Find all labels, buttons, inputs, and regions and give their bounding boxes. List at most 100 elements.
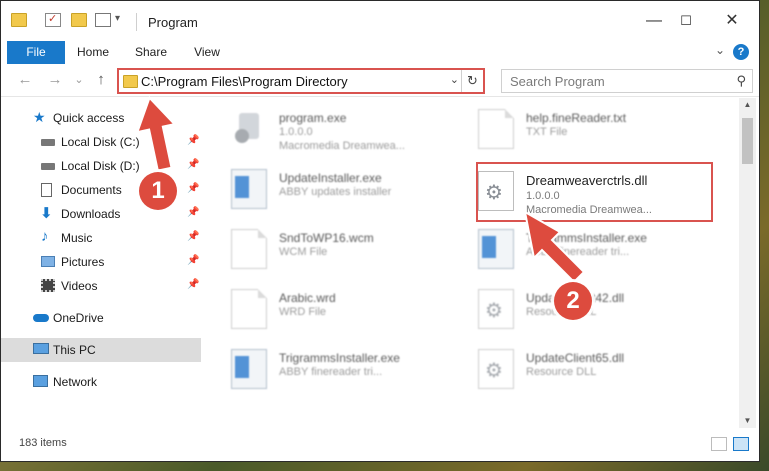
sidebar-item-local-disk-c[interactable]: Local Disk (C:) 📌: [1, 130, 201, 154]
scrollbar-thumb[interactable]: [742, 118, 753, 164]
videos-icon: [41, 279, 55, 292]
document-icon: [478, 109, 514, 149]
status-bar: 183 items: [1, 431, 759, 457]
file-type: ABBY updates installer: [279, 186, 392, 198]
file-name: TrigrammsInstaller.exe: [279, 351, 400, 365]
file-name: SndToWP16.wcm: [279, 231, 374, 245]
tab-view[interactable]: View: [187, 41, 227, 64]
folder-icon: [11, 13, 27, 27]
list-item[interactable]: TrigrammsInstaller.exe ABBY finereader t…: [209, 341, 449, 397]
pictures-icon: [41, 256, 55, 267]
navigation-pane: ★ Quick access Local Disk (C:) 📌 Local D…: [1, 98, 203, 428]
address-path[interactable]: C:\Program Files\Program Directory: [141, 74, 348, 89]
ribbon-tabs: File Home Share View ⌄ ?: [1, 41, 759, 64]
sidebar-item-this-pc[interactable]: This PC: [1, 338, 201, 362]
sidebar-item-label: Quick access: [53, 111, 125, 125]
music-icon: ♪: [41, 228, 49, 245]
sidebar-item-label: Documents: [61, 183, 122, 197]
expand-ribbon-icon[interactable]: ⌄: [715, 43, 725, 57]
title-separator: [136, 13, 137, 31]
refresh-button[interactable]: ↻: [461, 70, 483, 92]
scroll-down-icon[interactable]: ▼: [739, 414, 756, 428]
sidebar-item-label: Network: [53, 375, 98, 389]
list-item[interactable]: UpdateClient65.dll Resource DLL: [456, 341, 696, 397]
sidebar-item-onedrive[interactable]: OneDrive: [1, 306, 201, 330]
address-folder-icon: [123, 75, 138, 88]
pin-icon: 📌: [187, 183, 200, 194]
documents-icon: [41, 183, 52, 197]
tab-share[interactable]: Share: [129, 41, 173, 64]
customize-toolbar-icon[interactable]: [95, 13, 111, 27]
sidebar-item-label: Pictures: [61, 255, 105, 269]
list-item[interactable]: Arabic.wrd WRD File: [209, 281, 449, 337]
tab-home[interactable]: Home: [71, 41, 115, 64]
sidebar-item-network[interactable]: Network: [1, 370, 201, 394]
vertical-scrollbar[interactable]: ▲ ▼: [739, 98, 756, 428]
tiles-view-button[interactable]: [733, 437, 749, 451]
new-folder-icon[interactable]: [71, 13, 87, 27]
file-type: Resource DLL: [526, 366, 597, 378]
file-name: Arabic.wrd: [279, 291, 336, 305]
window-title: Program: [148, 15, 198, 30]
forward-button[interactable]: →: [45, 70, 65, 90]
file-type: ABBY finereader tri...: [279, 366, 383, 378]
file-type: WRD File: [279, 306, 327, 318]
sidebar-item-label: OneDrive: [53, 311, 104, 325]
sidebar-item-label: Videos: [61, 279, 98, 293]
up-button[interactable]: ↑: [91, 70, 111, 90]
list-item[interactable]: TrigrammsInstaller.exe ABBY finereader t…: [456, 221, 696, 277]
properties-icon[interactable]: ✓: [45, 13, 61, 27]
search-placeholder: Search Program: [510, 74, 605, 89]
explorer-window: ✓ ▾ Program — ☐ ✕ File Home Share View ⌄…: [0, 0, 760, 462]
details-view-button[interactable]: [711, 437, 727, 451]
address-dropdown-icon[interactable]: ⌄: [450, 73, 459, 86]
pin-icon: 📌: [187, 231, 200, 242]
sidebar-item-label: This PC: [53, 343, 96, 357]
sidebar-item-pictures[interactable]: Pictures 📌: [1, 250, 201, 274]
pc-icon: [33, 343, 49, 354]
app-icon: [478, 229, 514, 269]
toolbar-dropdown-icon[interactable]: ▾: [115, 13, 120, 24]
minimize-button[interactable]: —: [639, 9, 669, 33]
list-item[interactable]: UpdateInstaller.exe ABBY updates install…: [209, 161, 449, 217]
sidebar-item-downloads[interactable]: ⬇ Downloads 📌: [1, 202, 201, 226]
sidebar-item-videos[interactable]: Videos 📌: [1, 274, 201, 298]
sidebar-item-local-disk-d[interactable]: Local Disk (D:) 📌: [1, 154, 201, 178]
back-button[interactable]: ←: [15, 70, 35, 90]
file-name: program.exe: [279, 111, 347, 125]
file-list: program.exe 1.0.0.0 Macromedia Dreamwea.…: [204, 98, 739, 428]
recent-locations-button[interactable]: ⌄: [69, 70, 89, 90]
file-type: WCM File: [279, 246, 328, 258]
sidebar-item-music[interactable]: ♪ Music 📌: [1, 226, 201, 250]
selected-file-highlight: [476, 162, 713, 222]
pin-icon: 📌: [187, 159, 200, 170]
pin-icon: 📌: [187, 279, 200, 290]
file-version: 1.0.0.0: [279, 126, 313, 138]
search-icon: ⚲: [736, 73, 746, 88]
sidebar-item-label: Music: [61, 231, 93, 245]
address-bar[interactable]: C:\Program Files\Program Directory ⌄ ↻: [117, 68, 485, 94]
list-item[interactable]: help.fineReader.txt TXT File: [456, 101, 696, 157]
cloud-icon: [33, 314, 49, 322]
search-input[interactable]: Search Program ⚲: [501, 69, 753, 93]
callout-two: 2: [554, 282, 592, 320]
close-button[interactable]: ✕: [717, 9, 747, 33]
sidebar-item-label: Downloads: [61, 207, 121, 221]
list-item[interactable]: program.exe 1.0.0.0 Macromedia Dreamwea.…: [209, 101, 449, 157]
pin-icon: 📌: [187, 135, 200, 146]
download-icon: ⬇: [40, 205, 53, 222]
app-icon: [231, 169, 267, 209]
file-name: UpdateClient65.dll: [526, 351, 625, 365]
callout-one: 1: [139, 172, 177, 210]
scroll-up-icon[interactable]: ▲: [739, 98, 756, 112]
tab-file[interactable]: File: [7, 41, 65, 64]
file-name: UpdateInstaller.exe: [279, 171, 382, 185]
sidebar-item-label: Local Disk (C:): [61, 135, 140, 149]
network-icon: [33, 375, 48, 387]
pin-icon: 📌: [187, 207, 200, 218]
maximize-button[interactable]: ☐: [671, 9, 701, 33]
help-icon[interactable]: ?: [733, 44, 749, 60]
navigation-bar: ← → ⌄ ↑ C:\Program Files\Program Directo…: [1, 64, 759, 97]
sidebar-item-quick-access[interactable]: ★ Quick access: [1, 106, 201, 130]
list-item[interactable]: SndToWP16.wcm WCM File: [209, 221, 449, 277]
